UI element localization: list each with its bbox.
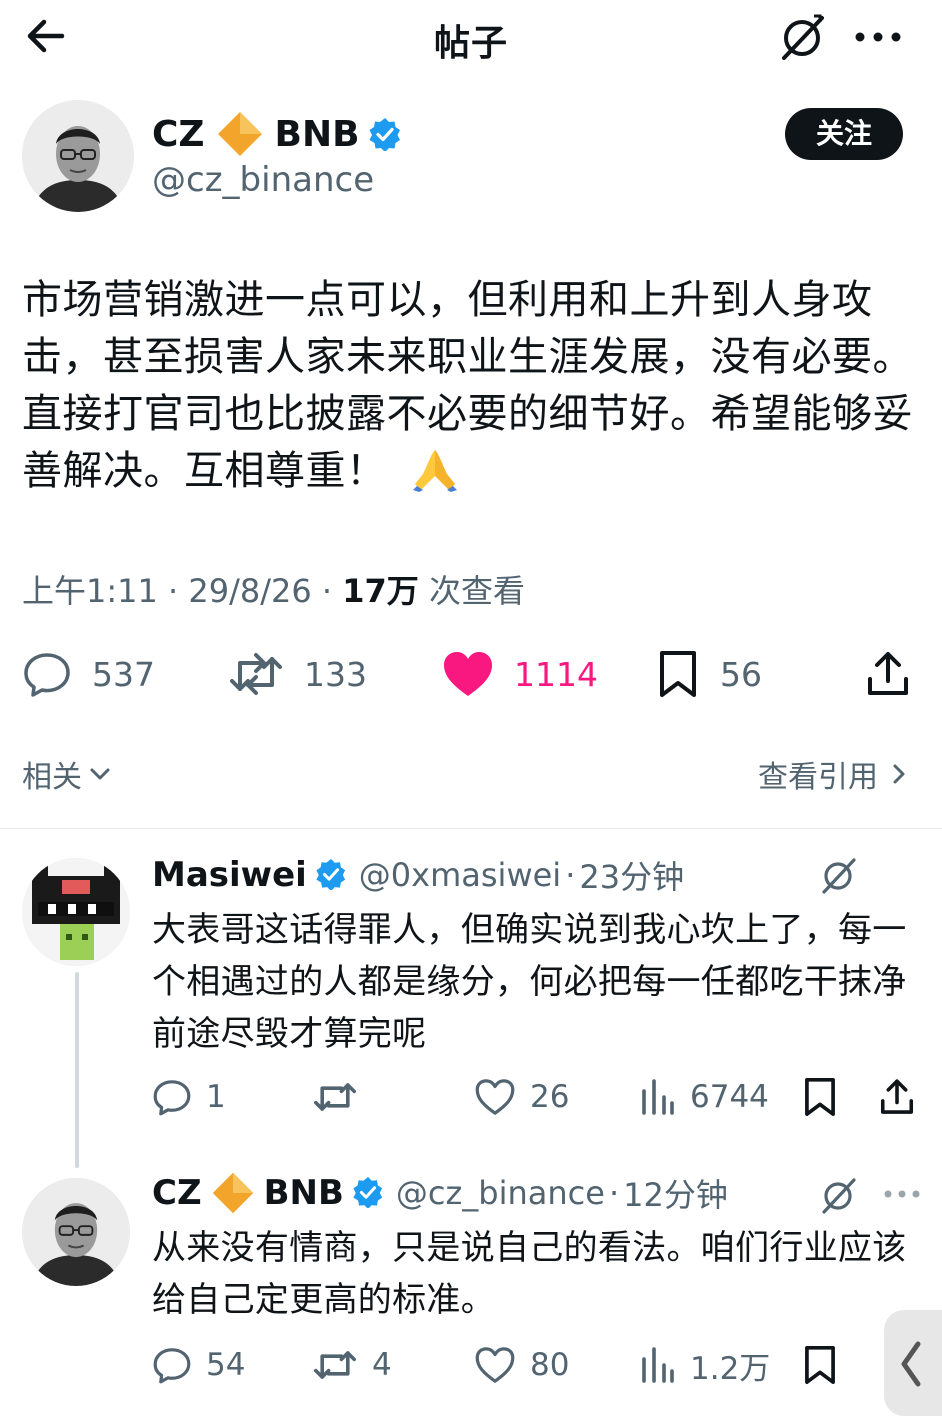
reply-icon bbox=[153, 1080, 191, 1116]
repost-count: 133 bbox=[304, 654, 367, 694]
author-name-suffix: BNB bbox=[274, 113, 360, 155]
views-count: 1.2万 bbox=[690, 1350, 771, 1387]
reply-time: 23分钟 bbox=[579, 858, 685, 896]
reply-share-button[interactable] bbox=[878, 1072, 916, 1122]
reply-avatar-masiwei[interactable] bbox=[22, 858, 130, 966]
reply-like-button[interactable]: 26 bbox=[474, 1072, 569, 1122]
heart-outline-icon bbox=[475, 1347, 515, 1383]
post-text-body: 市场营销激进一点可以，但利用和上升到人身攻击，甚至损害人家未来职业生涯发展，没有… bbox=[22, 277, 913, 494]
reply-reply-button[interactable]: 54 bbox=[152, 1340, 245, 1390]
chevron-right-icon bbox=[893, 764, 905, 784]
heart-filled-icon bbox=[444, 652, 492, 696]
reply-views-button[interactable]: 1.2万 bbox=[640, 1340, 770, 1390]
view-quotes-label: 查看引用 bbox=[758, 760, 878, 795]
post-views-label: 次查看 bbox=[428, 572, 525, 610]
divider bbox=[0, 828, 942, 829]
grok-icon[interactable] bbox=[776, 12, 830, 62]
reply-icon bbox=[153, 1348, 191, 1384]
views-chart-icon bbox=[642, 1347, 674, 1383]
views-count: 6744 bbox=[690, 1079, 769, 1115]
post-time: 上午1:11 bbox=[22, 572, 158, 610]
bookmark-icon bbox=[805, 1345, 835, 1385]
bookmark-icon bbox=[660, 651, 696, 697]
reply-text: 从来没有情商，只是说自己的看法。咱们行业应该给自己定更高的标准。 bbox=[152, 1228, 907, 1320]
verified-icon bbox=[315, 858, 349, 892]
reply-count: 537 bbox=[92, 654, 155, 694]
reply-text: 大表哥这话得罪人，但确实说到我心坎上了，每一个相遇过的人都是缘分，何必把每一任都… bbox=[152, 910, 907, 1054]
like-button[interactable]: 1114 bbox=[442, 646, 598, 702]
chevron-down-icon bbox=[90, 768, 110, 780]
post-date: 29/8/26 bbox=[188, 572, 312, 610]
reply-author-name: CZ bbox=[152, 1173, 202, 1213]
reply-avatar-cz[interactable] bbox=[22, 1178, 130, 1286]
related-dropdown[interactable]: 相关 bbox=[22, 752, 114, 796]
author-avatar[interactable] bbox=[22, 100, 134, 212]
floating-back-tab[interactable] bbox=[884, 1310, 942, 1416]
post-text: 市场营销激进一点可以，但利用和上升到人身攻击，甚至损害人家未来职业生涯发展，没有… bbox=[22, 272, 922, 500]
follow-button[interactable]: 关注 bbox=[785, 108, 903, 160]
reply-header[interactable]: CZ BNB @cz_binance · 12分钟 bbox=[152, 1170, 728, 1216]
reply-repost-button[interactable] bbox=[312, 1072, 372, 1122]
repost-icon bbox=[230, 653, 282, 695]
post-meta: 上午1:11 · 29/8/26 · 17万 次查看 bbox=[22, 566, 525, 612]
thread-line bbox=[75, 972, 79, 1168]
reply-icon bbox=[24, 653, 70, 697]
reply-author-handle: @cz_binance bbox=[395, 1174, 605, 1212]
reply-bookmark-button[interactable] bbox=[802, 1340, 838, 1390]
bookmark-count: 56 bbox=[720, 654, 762, 694]
share-icon bbox=[868, 652, 908, 695]
repost-count: 4 bbox=[372, 1347, 392, 1383]
more-icon[interactable] bbox=[882, 1184, 922, 1204]
reply-repost-button[interactable]: 4 bbox=[312, 1340, 392, 1390]
reply-views-button[interactable]: 6744 bbox=[640, 1072, 769, 1122]
verified-icon bbox=[368, 117, 402, 151]
view-quotes-link[interactable]: 查看引用 bbox=[758, 752, 912, 796]
like-count: 80 bbox=[530, 1347, 570, 1383]
share-button[interactable] bbox=[864, 646, 912, 702]
author-name: CZ bbox=[152, 113, 205, 155]
verified-icon bbox=[352, 1176, 386, 1210]
repost-icon bbox=[314, 1083, 357, 1111]
author-name-row[interactable]: CZ BNB bbox=[152, 108, 402, 160]
diamond-icon bbox=[215, 109, 265, 159]
praying-hands-icon bbox=[409, 444, 461, 492]
related-label: 相关 bbox=[22, 760, 82, 795]
share-icon bbox=[880, 1079, 914, 1114]
grok-icon[interactable] bbox=[818, 1174, 860, 1216]
meta-separator: · bbox=[565, 856, 576, 894]
post-views-count: 17万 bbox=[342, 572, 419, 610]
reply-like-button[interactable]: 80 bbox=[474, 1340, 569, 1390]
author-handle[interactable]: @cz_binance bbox=[152, 160, 374, 200]
reply-author-name-suffix: BNB bbox=[263, 1173, 344, 1213]
like-count: 1114 bbox=[514, 654, 598, 694]
views-chart-icon bbox=[642, 1079, 674, 1115]
reply-button[interactable]: 537 bbox=[22, 646, 155, 702]
repost-button[interactable]: 133 bbox=[228, 646, 367, 702]
more-icon[interactable] bbox=[852, 20, 904, 54]
reply-header[interactable]: Masiwei @0xmasiwei · 23分钟 bbox=[152, 852, 684, 898]
repost-icon bbox=[314, 1351, 357, 1379]
reply-count: 1 bbox=[206, 1079, 226, 1115]
like-count: 26 bbox=[530, 1079, 570, 1115]
diamond-icon bbox=[210, 1170, 256, 1216]
bookmark-icon bbox=[805, 1077, 835, 1117]
meta-separator: · bbox=[608, 1174, 620, 1212]
reply-author-name: Masiwei bbox=[152, 855, 307, 895]
heart-outline-icon bbox=[475, 1079, 515, 1115]
bookmark-button[interactable]: 56 bbox=[656, 646, 762, 702]
grok-icon[interactable] bbox=[818, 854, 860, 896]
reply-author-handle: @0xmasiwei bbox=[358, 856, 562, 894]
reply-count: 54 bbox=[206, 1347, 246, 1383]
meta-separator: · bbox=[321, 572, 333, 610]
reply-time: 12分钟 bbox=[623, 1176, 728, 1214]
reply-reply-button[interactable]: 1 bbox=[152, 1072, 226, 1122]
chevron-left-icon bbox=[901, 1341, 921, 1387]
meta-separator: · bbox=[168, 572, 179, 610]
reply-bookmark-button[interactable] bbox=[802, 1072, 838, 1122]
